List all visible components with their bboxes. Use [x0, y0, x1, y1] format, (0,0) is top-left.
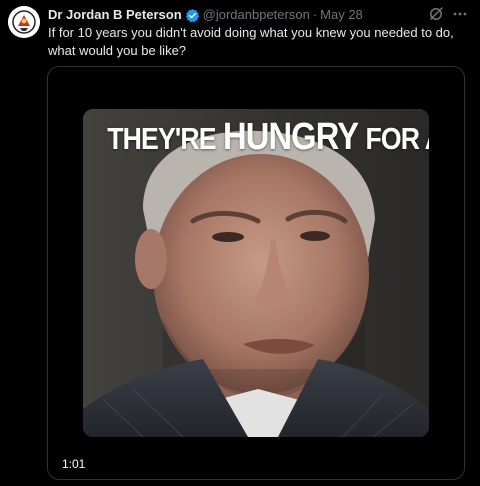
verified-badge-icon	[185, 8, 200, 23]
media-card[interactable]: THEY'RE HUNGRY FOR A 1:01	[47, 66, 465, 480]
tweet-text-line: If for 10 years you didn't avoid doing w…	[48, 25, 454, 40]
caption-part: FOR A	[365, 121, 429, 156]
tweet[interactable]: Dr Jordan B Peterson @jordanbpeterson · …	[0, 0, 480, 486]
tweet-header: Dr Jordan B Peterson @jordanbpeterson · …	[48, 6, 363, 24]
caption-part: HUNGRY	[222, 116, 359, 158]
video-player[interactable]: THEY'RE HUNGRY FOR A	[83, 109, 429, 437]
author-handle[interactable]: @jordanbpeterson	[203, 6, 310, 24]
caption-part: THEY'RE	[107, 121, 216, 156]
video-caption: THEY'RE HUNGRY FOR A	[107, 116, 429, 159]
separator-dot: ·	[312, 7, 318, 22]
video-duration: 1:01	[62, 457, 86, 471]
more-icon[interactable]	[452, 6, 468, 22]
avatar[interactable]	[8, 6, 40, 38]
timestamp[interactable]: May 28	[320, 6, 363, 24]
tweet-text: If for 10 years you didn't avoid doing w…	[48, 24, 458, 60]
tweet-text-line: what would you be like?	[48, 43, 187, 58]
grok-icon[interactable]	[428, 6, 444, 22]
author-name[interactable]: Dr Jordan B Peterson	[48, 6, 182, 24]
